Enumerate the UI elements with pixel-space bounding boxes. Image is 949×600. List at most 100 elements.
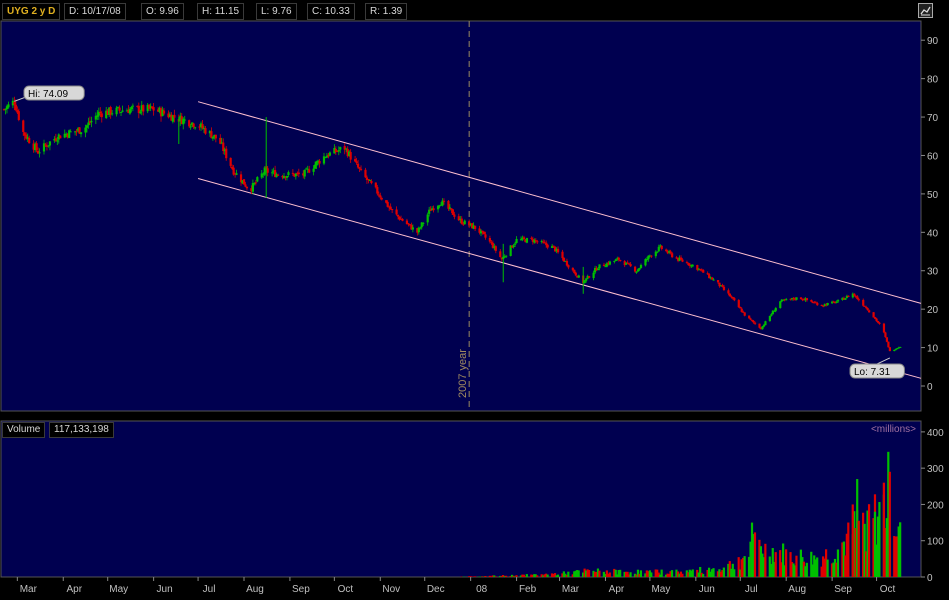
candle-body [111,113,114,115]
candle-body [328,152,332,156]
candle-body [59,135,62,139]
candle-body [85,125,89,128]
volume-bar [836,549,840,577]
candle-body [733,298,736,301]
candle-body [722,286,726,290]
candle-body [188,120,191,127]
x-axis-label: Oct [880,584,896,595]
symbol-label[interactable]: UYG 2 y D [2,3,61,20]
candle-body [727,290,730,294]
candle-body [844,298,847,300]
candle-body [588,276,591,278]
low-callout-label: Lo: 7.31 [854,367,891,378]
candle-body [826,302,829,306]
volume-bar [816,557,819,577]
price-axis-label: 80 [927,75,939,86]
chart-canvas: 2007 year 0 10 20 30 40 50 60 70 80 90 0 100 200 300 4… [0,20,944,595]
x-axis-label: Sep [292,584,310,595]
candle-body [353,159,357,162]
candle-body [488,238,492,242]
volume-bar [639,570,643,577]
candle-body [633,266,637,272]
candle-body [131,105,134,107]
candle-body [303,169,306,177]
open-readout: O: 9.96 [141,3,184,20]
x-axis-label: Apr [66,584,82,595]
low-readout: L: 9.76 [256,3,297,20]
candle-body [337,150,340,152]
candle-body [711,277,714,280]
candle-body [432,208,435,211]
volume-bar [577,570,580,577]
x-axis-label: Jun [157,584,173,595]
candle-body [79,132,83,135]
candle-body [422,222,425,224]
candle-body [868,310,871,313]
candle-body [878,322,881,324]
candle-body [266,168,269,173]
price-axis-label: 50 [927,190,939,201]
candle-body [657,246,660,252]
candle-body [121,110,124,112]
candle-body [779,301,782,308]
candle-body [561,251,564,259]
candle-body [884,332,887,338]
candle-body [391,209,394,211]
candle-body [84,127,87,133]
candle-body [862,299,865,306]
candle-body [69,131,72,133]
volume-bar [536,575,539,577]
volume-bar [733,569,736,577]
volume-bar [750,522,754,577]
candle-body [679,257,683,260]
candle-body [743,312,746,316]
price-axis-label: 40 [927,228,939,239]
chart-settings-icon[interactable] [918,3,933,18]
volume-axis-label: 200 [927,500,944,511]
volume-bar [873,511,877,577]
volume-bar [691,569,694,577]
volume-bar [660,569,663,577]
candle-body [888,347,891,352]
volume-bar [712,568,715,577]
candle-body [619,260,622,262]
candle-body [451,209,454,215]
volume-bar [494,576,497,577]
volume-bar [650,572,653,577]
candle-body [358,167,361,169]
candle-body [863,305,866,307]
candle-body [312,168,315,172]
candle-body [411,227,414,230]
candle-body [225,148,228,159]
x-axis-label: Sep [834,584,852,595]
candle-body [810,299,813,302]
candle-body [364,169,367,178]
candle-body [256,177,259,182]
volume-bar [857,520,860,577]
volume-axis-label: 100 [927,537,944,548]
candle-body [47,145,50,147]
x-axis-label: May [109,584,128,595]
candle-body [54,138,57,141]
date-readout: D: 10/17/08 [64,3,126,20]
candle-body [339,147,342,150]
volume-bar [882,482,885,577]
volume-bar [795,555,798,577]
candle-body [368,180,372,182]
volume-bar [805,562,808,577]
x-axis-label: Aug [788,584,806,595]
candle-body [853,293,856,296]
x-axis-label: Mar [20,584,38,595]
candle-body [650,255,653,257]
candle-body [115,107,118,115]
volume-bar [774,552,777,577]
candle-body [271,172,274,174]
candle-body [873,317,877,319]
candle-body [14,104,17,111]
volume-value: 117,133,198 [49,422,114,438]
volume-axis-label: 0 [927,573,933,584]
candle-body [494,246,497,251]
x-axis-label: Jul [745,584,758,595]
candle-body [251,183,254,192]
candle-body [836,300,840,302]
